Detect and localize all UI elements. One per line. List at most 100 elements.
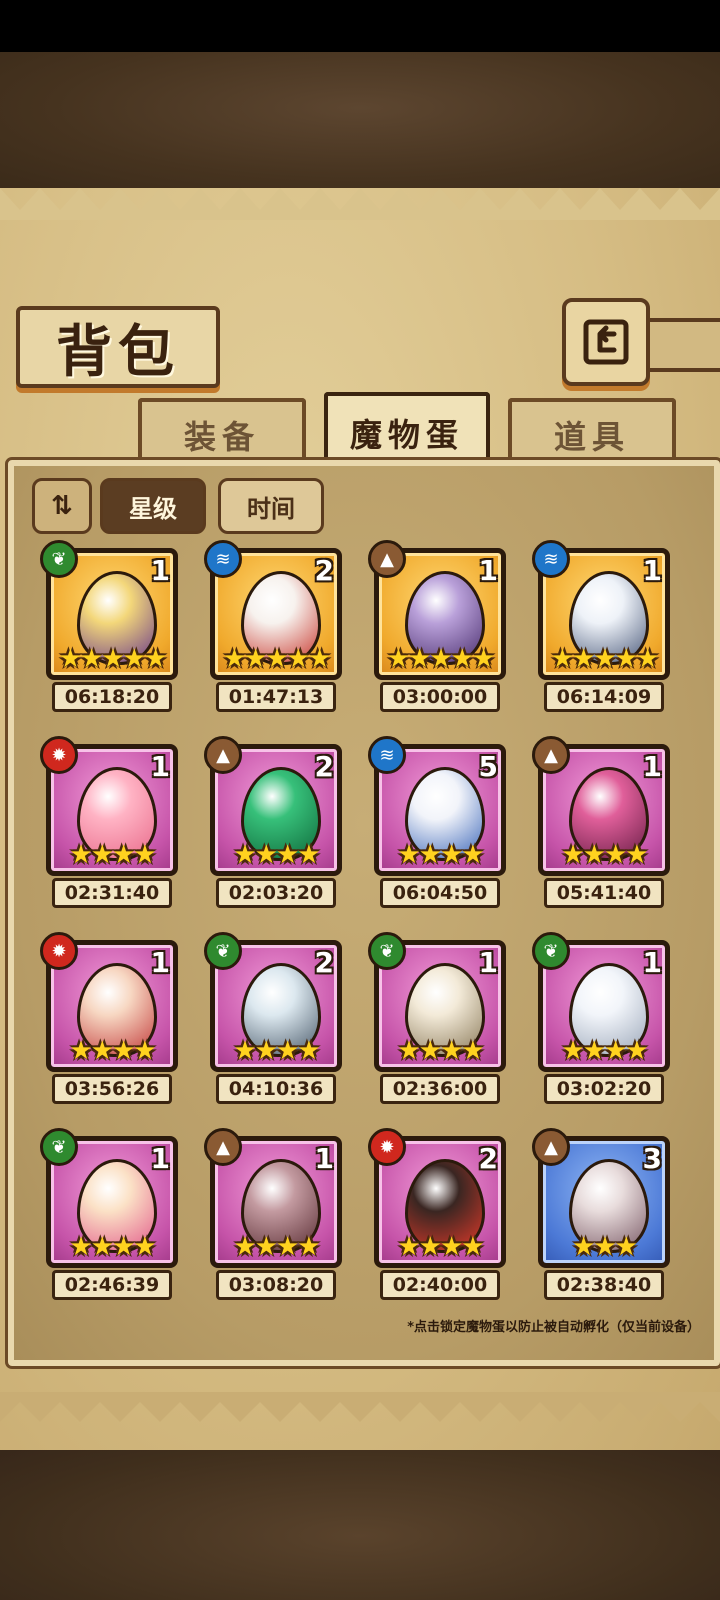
egg-card[interactable]: ▲ 3 ★★★ 02:38:40 — [532, 1128, 670, 1312]
egg-card[interactable]: ❦ 1 ★★★★ 02:36:00 — [368, 932, 506, 1116]
egg-card[interactable]: ❦ 1 ★★★★ 03:02:20 — [532, 932, 670, 1116]
leaf-icon: ❦ — [532, 932, 570, 970]
status-bar — [0, 0, 720, 52]
egg-hatch-timer: 03:56:26 — [52, 1074, 172, 1104]
egg-hatch-timer: 02:46:39 — [52, 1270, 172, 1300]
tab-monster-eggs-label: 魔物蛋 — [349, 416, 464, 454]
sort-order-icon: ⇅ — [51, 491, 73, 521]
egg-hatch-timer: 02:36:00 — [380, 1074, 500, 1104]
egg-count: 1 — [642, 946, 662, 979]
egg-card[interactable]: ❦ 2 ★★★★ 04:10:36 — [204, 932, 342, 1116]
egg-star-rating: ★★★★ — [397, 1232, 484, 1262]
earth-icon: ▲ — [204, 736, 242, 774]
egg-hatch-timer: 06:18:20 — [52, 682, 172, 712]
map-background-bottom — [0, 1440, 720, 1600]
egg-card[interactable]: ▲ 1 ★★★★ 05:41:40 — [532, 736, 670, 920]
egg-star-rating: ★★★★★ — [222, 644, 332, 674]
map-background-top — [0, 52, 720, 192]
egg-count: 2 — [314, 750, 334, 783]
sort-order-toggle[interactable]: ⇅ — [32, 478, 92, 534]
egg-hatch-timer: 02:31:40 — [52, 878, 172, 908]
egg-count: 1 — [150, 750, 170, 783]
fire-icon: ✹ — [368, 1128, 406, 1166]
tab-equipment[interactable]: 装备 — [138, 398, 306, 468]
egg-card[interactable]: ✹ 2 ★★★★ 02:40:00 — [368, 1128, 506, 1312]
fire-icon: ✹ — [40, 736, 78, 774]
egg-star-rating: ★★★★ — [233, 1232, 320, 1262]
sort-by-time-button[interactable]: 时间 — [218, 478, 324, 534]
page-title: 背包 — [56, 319, 180, 385]
egg-count: 1 — [150, 554, 170, 587]
egg-hatch-timer: 06:04:50 — [380, 878, 500, 908]
egg-count: 5 — [478, 750, 498, 783]
egg-star-rating: ★★★★ — [561, 840, 648, 870]
egg-star-rating: ★★★★ — [397, 840, 484, 870]
egg-count: 2 — [314, 554, 334, 587]
egg-card[interactable]: ✹ 1 ★★★★ 03:56:26 — [40, 932, 178, 1116]
leaf-icon: ❦ — [204, 932, 242, 970]
back-button-rail — [638, 318, 720, 372]
earth-icon: ▲ — [368, 540, 406, 578]
egg-count: 1 — [642, 554, 662, 587]
footnote: *点击锁定魔物蛋以防止被自动孵化（仅当前设备） — [407, 1320, 700, 1335]
egg-count: 1 — [314, 1142, 334, 1175]
egg-star-rating: ★★★★ — [233, 840, 320, 870]
leaf-icon: ❦ — [40, 1128, 78, 1166]
egg-card[interactable]: ✹ 1 ★★★★ 02:31:40 — [40, 736, 178, 920]
egg-star-rating: ★★★★ — [233, 1036, 320, 1066]
sort-by-stars-button[interactable]: 星级 — [100, 478, 206, 534]
tab-equipment-label: 装备 — [183, 418, 260, 456]
egg-hatch-timer: 02:03:20 — [216, 878, 336, 908]
egg-star-rating: ★★★★ — [561, 1036, 648, 1066]
egg-count: 1 — [642, 750, 662, 783]
egg-star-rating: ★★★★★ — [550, 644, 660, 674]
egg-count: 3 — [642, 1142, 662, 1175]
leaf-icon: ❦ — [368, 932, 406, 970]
tab-items[interactable]: 道具 — [508, 398, 676, 468]
egg-card[interactable]: ❦ 1 ★★★★ 02:46:39 — [40, 1128, 178, 1312]
egg-card[interactable]: ▲ 2 ★★★★ 02:03:20 — [204, 736, 342, 920]
egg-hatch-timer: 03:02:20 — [544, 1074, 664, 1104]
tab-items-label: 道具 — [553, 418, 630, 456]
egg-hatch-timer: 02:40:00 — [380, 1270, 500, 1300]
earth-icon: ▲ — [204, 1128, 242, 1166]
egg-hatch-timer: 02:38:40 — [544, 1270, 664, 1300]
egg-count: 1 — [150, 946, 170, 979]
water-icon: ≋ — [532, 540, 570, 578]
egg-hatch-timer: 04:10:36 — [216, 1074, 336, 1104]
egg-card[interactable]: ≋ 1 ★★★★★ 06:14:09 — [532, 540, 670, 724]
egg-hatch-timer: 05:41:40 — [544, 878, 664, 908]
return-arrow-icon — [583, 319, 629, 365]
egg-count: 1 — [478, 554, 498, 587]
egg-star-rating: ★★★★★ — [58, 644, 168, 674]
earth-icon: ▲ — [532, 736, 570, 774]
egg-star-rating: ★★★★ — [69, 1036, 156, 1066]
sort-by-time-label: 时间 — [247, 494, 295, 523]
back-button[interactable] — [562, 298, 650, 386]
egg-count: 2 — [478, 1142, 498, 1175]
egg-card[interactable]: ▲ 1 ★★★★★ 03:00:00 — [368, 540, 506, 724]
egg-count: 1 — [478, 946, 498, 979]
egg-hatch-timer: 03:00:00 — [380, 682, 500, 712]
egg-count: 1 — [150, 1142, 170, 1175]
egg-card[interactable]: ❦ 1 ★★★★★ 06:18:20 — [40, 540, 178, 724]
page-title-plate: 背包 — [16, 306, 220, 388]
earth-icon: ▲ — [532, 1128, 570, 1166]
torn-edge-bottom — [0, 1392, 720, 1422]
egg-star-rating: ★★★★ — [397, 1036, 484, 1066]
tab-monster-eggs[interactable]: 魔物蛋 — [324, 392, 490, 470]
egg-hatch-timer: 06:14:09 — [544, 682, 664, 712]
egg-count: 2 — [314, 946, 334, 979]
fire-icon: ✹ — [40, 932, 78, 970]
egg-star-rating: ★★★ — [572, 1232, 638, 1262]
egg-hatch-timer: 01:47:13 — [216, 682, 336, 712]
egg-card[interactable]: ▲ 1 ★★★★ 03:08:20 — [204, 1128, 342, 1312]
egg-star-rating: ★★★★ — [69, 1232, 156, 1262]
egg-star-rating: ★★★★★ — [386, 644, 496, 674]
egg-card[interactable]: ≋ 5 ★★★★ 06:04:50 — [368, 736, 506, 920]
egg-hatch-timer: 03:08:20 — [216, 1270, 336, 1300]
egg-star-rating: ★★★★ — [69, 840, 156, 870]
sort-by-stars-label: 星级 — [129, 494, 177, 523]
torn-edge-top — [0, 188, 720, 220]
egg-card[interactable]: ≋ 2 ★★★★★ 01:47:13 — [204, 540, 342, 724]
